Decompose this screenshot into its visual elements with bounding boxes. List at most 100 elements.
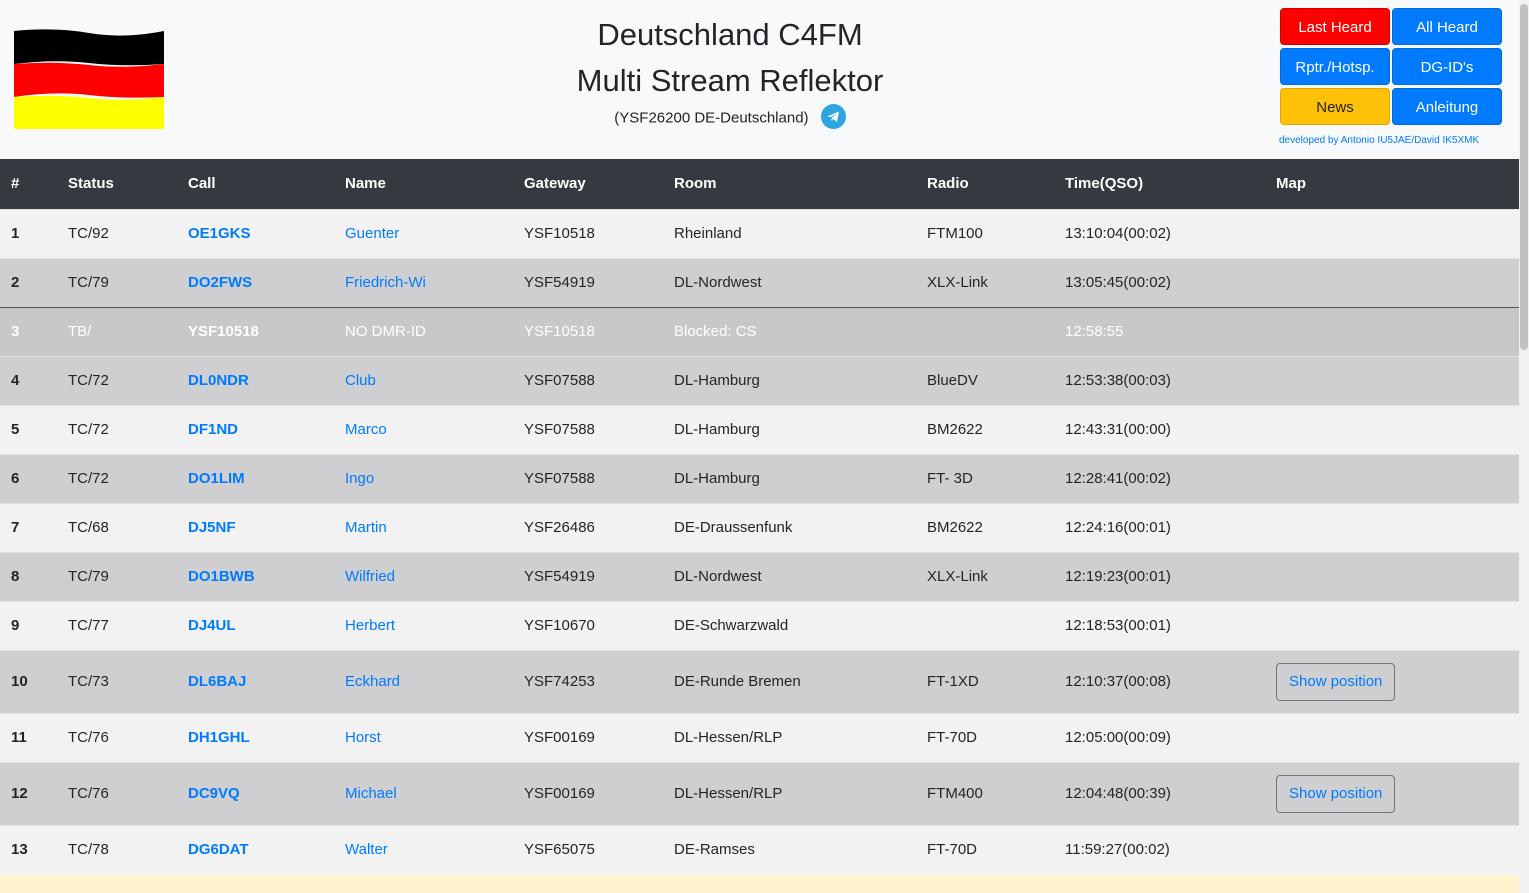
table-row: 7 TC/68 DJ5NF Martin YSF26486 DE-Draussenfunk… — [0, 502, 1519, 552]
row-name-link[interactable]: NO DMR-ID — [345, 306, 524, 356]
show-position-button[interactable]: Show position — [1276, 662, 1396, 701]
anleitung-button[interactable]: Anleitung — [1392, 88, 1502, 125]
dg-ids-button[interactable]: DG-ID's — [1392, 48, 1502, 85]
table-row: 12 TC/76 DC9VQ Michael YSF00169 DL-Hessen/RLP… — [0, 761, 1519, 825]
row-num: 10 — [0, 649, 68, 713]
row-call-link[interactable]: DO1LIM — [188, 453, 345, 503]
row-num: 1 — [0, 208, 68, 258]
row-call-link[interactable]: DG6DAT — [188, 824, 345, 874]
col-header-num: # — [0, 159, 68, 209]
table-row: 11 TC/76 DH1GHL Horst YSF00169 DL-Hessen/RLP F… — [0, 712, 1519, 762]
row-gateway: YSF54919 — [524, 257, 674, 307]
row-name-link[interactable]: Horst — [345, 712, 524, 762]
row-radio: BM2622 — [927, 404, 1065, 454]
row-name-link[interactable]: Martin — [345, 502, 524, 552]
row-name-link[interactable]: Michael — [345, 761, 524, 825]
row-room: DL-Hamburg — [674, 404, 927, 454]
row-name-link[interactable]: Friedrich-Wi — [345, 257, 524, 307]
row-radio: BM2622 — [927, 502, 1065, 552]
row-num: 2 — [0, 257, 68, 307]
row-call-link[interactable]: DF1ND — [188, 404, 345, 454]
row-call-link[interactable]: DL6BAJ — [188, 649, 345, 713]
row-radio: FTM400 — [927, 761, 1065, 825]
row-map — [1276, 600, 1519, 650]
row-room: DL-Nordwest — [674, 257, 927, 307]
news-button[interactable]: News — [1280, 88, 1390, 125]
page-header: Deutschland C4FM Multi Stream Reflektor … — [0, 0, 1529, 159]
table-row: 1 TC/92 OE1GKS Guenter YSF10518 Rheinland FTM1… — [0, 208, 1519, 258]
row-room: DL-Hamburg — [674, 453, 927, 503]
row-call-link[interactable]: DO1BWB — [188, 551, 345, 601]
row-name-link[interactable]: Herbert — [345, 600, 524, 650]
row-map — [1276, 824, 1519, 874]
row-call-link[interactable]: DC9VQ — [188, 761, 345, 825]
row-status: TC/73 — [68, 649, 188, 713]
row-time: 12:18:53(00:01) — [1065, 600, 1276, 650]
reflector-subtitle: (YSF26200 DE-Deutschland) — [480, 104, 980, 131]
row-gateway: YSF00169 — [524, 761, 674, 825]
col-header-gateway: Gateway — [524, 159, 674, 209]
page-title: Deutschland C4FM Multi Stream Reflektor — [480, 12, 980, 104]
title-line-2: Multi Stream Reflektor — [576, 63, 884, 98]
row-map — [1276, 502, 1519, 552]
row-name-link[interactable]: Club — [345, 355, 524, 405]
row-gateway: YSF07588 — [524, 355, 674, 405]
row-name-link[interactable]: Ingo — [345, 453, 524, 503]
row-radio: FTM100 — [927, 208, 1065, 258]
table-row: 5 TC/72 DF1ND Marco YSF07588 DL-Hamburg BM2622… — [0, 404, 1519, 454]
table-header-row: # Status Call Name Gateway Room Radio Ti… — [0, 159, 1519, 209]
row-call-link[interactable]: OE1GKS — [188, 208, 345, 258]
row-status: TC/72 — [68, 453, 188, 503]
row-name-link[interactable]: Guenter — [345, 208, 524, 258]
row-map: Show position — [1276, 761, 1519, 825]
row-gateway: YSF10518 — [524, 306, 674, 356]
show-position-button[interactable]: Show position — [1276, 774, 1396, 813]
row-name-link[interactable]: Marco — [345, 404, 524, 454]
row-call-link[interactable]: DJ4UL — [188, 600, 345, 650]
col-header-time: Time(QSO) — [1065, 159, 1276, 209]
row-name-link[interactable]: Eckhard — [345, 649, 524, 713]
row-gateway: YSF54919 — [524, 551, 674, 601]
row-num: 5 — [0, 404, 68, 454]
row-status: TC/68 — [68, 502, 188, 552]
row-radio: FT- 3D — [927, 453, 1065, 503]
row-gateway: YSF10518 — [524, 208, 674, 258]
row-call-link[interactable]: DL0NDR — [188, 355, 345, 405]
row-room: DE-Draussenfunk — [674, 502, 927, 552]
footer-strip — [0, 875, 1519, 893]
row-call-link[interactable]: DJ5NF — [188, 502, 345, 552]
page-scrollbar[interactable] — [1519, 0, 1529, 893]
row-status: TC/78 — [68, 824, 188, 874]
scrollbar-thumb[interactable] — [1520, 4, 1528, 350]
row-call-link[interactable]: YSF10518 — [188, 306, 345, 356]
row-call-link[interactable]: DH1GHL — [188, 712, 345, 762]
row-call-link[interactable]: DO2FWS — [188, 257, 345, 307]
row-gateway: YSF07588 — [524, 453, 674, 503]
last-heard-button[interactable]: Last Heard — [1280, 8, 1390, 45]
col-header-call: Call — [188, 159, 345, 209]
telegram-icon[interactable] — [820, 104, 846, 129]
row-room: DE-Ramses — [674, 824, 927, 874]
developer-credit-link[interactable]: developed by Antonio IU5JAE/David IK5XMK — [1279, 135, 1479, 146]
row-time: 12:19:23(00:01) — [1065, 551, 1276, 601]
row-status: TC/72 — [68, 355, 188, 405]
row-status: TB/ — [68, 306, 188, 356]
row-room: DE-Runde Bremen — [674, 649, 927, 713]
row-map — [1276, 453, 1519, 503]
col-header-status: Status — [68, 159, 188, 209]
row-status: TC/72 — [68, 404, 188, 454]
table-row: 3 TB/YSF10518 NO DMR-ID YSF10518 Blocked: CS… — [0, 306, 1519, 356]
table-row: 2 TC/79 DO2FWS Friedrich-Wi YSF54919 DL-Nordw… — [0, 257, 1519, 307]
row-time: 12:53:38(00:03) — [1065, 355, 1276, 405]
row-map — [1276, 712, 1519, 762]
row-room: DL-Hessen/RLP — [674, 761, 927, 825]
row-room: DE-Schwarzwald — [674, 600, 927, 650]
all-heard-button[interactable]: All Heard — [1392, 8, 1502, 45]
row-map: Show position — [1276, 649, 1519, 713]
rptr-hotsp-button[interactable]: Rptr./Hotsp. — [1280, 48, 1390, 85]
row-name-link[interactable]: Wilfried — [345, 551, 524, 601]
row-name-link[interactable]: Walter — [345, 824, 524, 874]
col-header-map: Map — [1276, 159, 1519, 209]
table-row: 6 TC/72 DO1LIM Ingo YSF07588 DL-Hamburg FT- 3D… — [0, 453, 1519, 503]
row-status: TC/79 — [68, 551, 188, 601]
